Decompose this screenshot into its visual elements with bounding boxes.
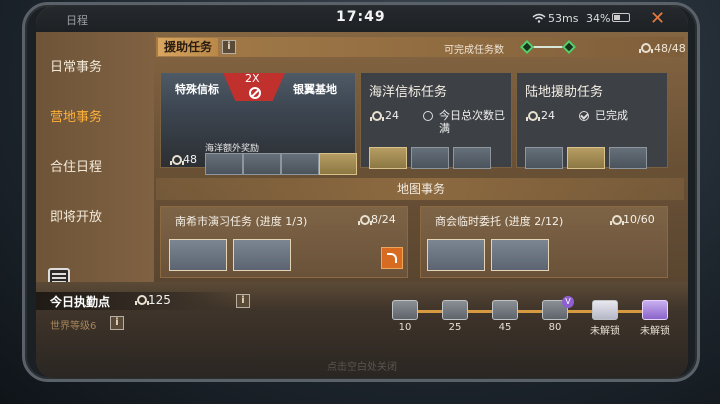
medal-icon (609, 215, 624, 226)
close-icon[interactable]: ✕ (650, 8, 665, 29)
reward-item[interactable] (427, 239, 485, 271)
ocean-status: 今日总次数已满 (439, 109, 505, 135)
medal-icon (525, 111, 540, 122)
reward-item[interactable] (233, 239, 291, 271)
header-label: 日程 (66, 14, 88, 27)
chest-label: 45 (498, 322, 512, 333)
multiplier-label: 2X (245, 72, 260, 85)
chest-label: 10 (398, 322, 412, 333)
duty-label: 今日执勤点 (50, 295, 111, 309)
reward-item[interactable] (243, 153, 281, 175)
reward-item[interactable] (369, 147, 407, 169)
chest-label: 未解锁 (640, 326, 670, 337)
close-hint[interactable]: 点击空白处关闭 (36, 358, 688, 373)
clock: 17:49 (336, 9, 386, 25)
medal-icon (369, 111, 384, 122)
game-background: 日程 17:49 53ms 34% ✕ 日常事务 营地事务 合住日程 即将开放 … (0, 0, 720, 404)
network-latency: 53ms (548, 12, 579, 25)
task-title: 南希市演习任务 (进度 1/3) (175, 215, 308, 228)
check-icon (579, 111, 589, 121)
chest-label: 未解锁 (590, 326, 620, 337)
sidebar-item-camp[interactable]: 营地事务 (50, 106, 102, 125)
chest-label: 80 (548, 322, 562, 333)
reward-item[interactable] (281, 153, 319, 175)
reward-item[interactable] (491, 239, 549, 271)
chest-icon[interactable] (492, 300, 518, 320)
task-card-nanxi[interactable]: 南希市演习任务 (进度 1/3) 8/24 (160, 206, 408, 278)
info-icon[interactable]: i (222, 40, 236, 54)
chest-icon[interactable] (442, 300, 468, 320)
chest-icon[interactable] (592, 300, 618, 320)
medal-icon (134, 295, 149, 306)
info-icon[interactable]: i (110, 316, 124, 330)
sidebar-item-cohabit[interactable]: 合住日程 (50, 156, 102, 175)
medal-count: 24 (385, 109, 399, 122)
reward-item[interactable] (205, 153, 243, 175)
task-card-commerce[interactable]: 商会临时委托 (进度 2/12) 10/60 (420, 206, 668, 278)
ocean-beacon-title: 海洋信标任务 (369, 85, 448, 100)
reward-item[interactable] (609, 147, 647, 169)
bottom-bar: 今日执勤点 125 i 世界等级6 i 10 25 45 V 80 未解锁 未解… (36, 282, 688, 378)
land-status: 已完成 (595, 109, 628, 122)
map-affairs-title: 地图事务 (396, 182, 445, 196)
special-beacon-label: 特殊信标 (175, 83, 219, 96)
sidebar-item-daily[interactable]: 日常事务 (50, 56, 102, 75)
world-level: 世界等级6 (50, 321, 97, 332)
assist-title: 援助任务 (158, 38, 219, 56)
reward-item[interactable] (525, 147, 563, 169)
duty-value: 125 (148, 293, 171, 307)
ocean-beacon-card[interactable]: 海洋信标任务 24 今日总次数已满 (360, 72, 512, 169)
hook-icon[interactable] (381, 247, 403, 269)
forbidden-icon (249, 87, 261, 99)
silverwing-base-label: 银翼基地 (293, 83, 337, 96)
main-content: 援助任务 i 可完成任务数 48/48 2X 特殊信标 银翼基地 海洋额外奖励 … (154, 32, 688, 282)
battery-percent: 34% (586, 12, 611, 25)
reward-item[interactable] (169, 239, 227, 271)
reward-item[interactable] (411, 147, 449, 169)
medal-icon (357, 215, 372, 226)
info-icon[interactable]: i (236, 294, 250, 308)
task-title: 商会临时委托 (进度 2/12) (435, 215, 564, 228)
chest-icon[interactable] (392, 300, 418, 320)
land-assist-card[interactable]: 陆地援助任务 24 已完成 (516, 72, 668, 169)
medal-count: 24 (541, 109, 555, 122)
medal-count: 48 (183, 153, 197, 166)
completable-label: 可完成任务数 (444, 45, 504, 56)
chest-label: 25 (448, 322, 462, 333)
medal-icon (638, 43, 653, 54)
assist-count: 48/48 (654, 42, 686, 55)
medal-icon (169, 155, 184, 166)
schedule-panel: 日程 17:49 53ms 34% ✕ 日常事务 营地事务 合住日程 即将开放 … (36, 6, 688, 378)
task-count: 8/24 (371, 213, 396, 226)
task-count: 10/60 (623, 213, 655, 226)
sidebar: 日常事务 营地事务 合住日程 即将开放 (36, 32, 154, 282)
wifi-icon (532, 13, 546, 23)
land-assist-title: 陆地援助任务 (525, 85, 604, 100)
chest-icon[interactable] (642, 300, 668, 320)
reward-item[interactable] (567, 147, 605, 169)
battery-icon (612, 13, 630, 22)
status-bar: 日程 17:49 53ms 34% ✕ (36, 6, 688, 32)
v-badge-icon: V (562, 296, 574, 308)
special-beacon-card[interactable]: 2X 特殊信标 银翼基地 海洋额外奖励 48 (160, 72, 357, 175)
sidebar-item-upcoming[interactable]: 即将开放 (50, 206, 102, 225)
reward-item[interactable] (453, 147, 491, 169)
reward-item[interactable] (319, 153, 357, 175)
forbidden-icon (423, 111, 433, 121)
